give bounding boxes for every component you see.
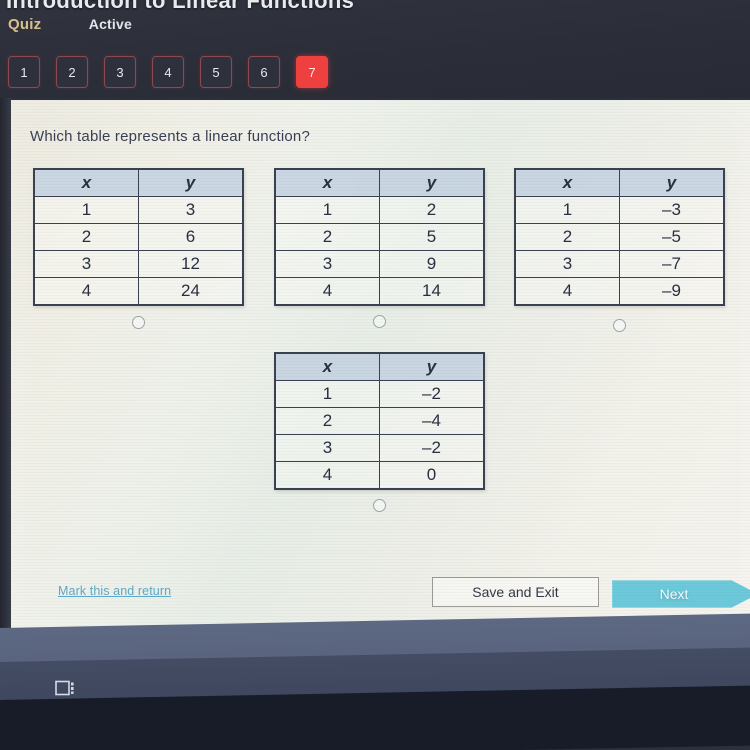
table-cell: 1 [274, 196, 380, 224]
table-cell: 24 [138, 277, 244, 306]
choice-table-c: x y 1 –3 2 –5 3 –7 4 –9 [514, 168, 725, 306]
table-cell: 4 [274, 461, 380, 490]
radio-wrap-c [514, 319, 725, 332]
table-row: 26 [33, 223, 244, 251]
table-cell: –4 [379, 407, 485, 435]
table-cell: 1 [274, 380, 380, 408]
table-row: 1 –3 [514, 196, 725, 224]
table-header-row: xy [514, 168, 725, 197]
column-header-x: x [33, 168, 139, 197]
table-cell: 3 [33, 250, 139, 278]
table-cell: 4 [33, 277, 139, 306]
answer-choice-b[interactable]: x y 1 2 2 5 3 9 4 14 [274, 168, 485, 328]
table-cell: 3 [138, 196, 244, 224]
table-cell: –5 [619, 223, 725, 251]
answer-choice-a[interactable]: x y 1 3 2 6 3 12 4 24 [33, 168, 244, 329]
table-cell: 2 [33, 223, 139, 251]
table-cell: 1 [33, 196, 139, 224]
table-cell: 3 [274, 250, 380, 278]
table-header-row: xy [33, 168, 244, 197]
column-header-x: x [274, 352, 380, 381]
radio-wrap-b [274, 315, 485, 328]
quiz-label: Quiz [8, 16, 42, 33]
table-row: 40 [274, 461, 485, 490]
pager-button-7[interactable]: 7 [296, 56, 328, 88]
radio-wrap-a [33, 316, 244, 329]
table-cell: –2 [379, 434, 485, 462]
table-cell: 5 [379, 223, 485, 251]
quiz-status-label: Active [88, 16, 132, 32]
table-row: 4 24 [33, 277, 244, 306]
answer-choice-d[interactable]: x y 1 –2 2 –4 3 –2 4 0 [274, 352, 485, 512]
quiz-content-card: Which table represents a linear function… [11, 100, 750, 632]
table-cell: 3 [274, 434, 380, 462]
radio-button-c[interactable] [613, 319, 626, 332]
column-header-y: y [138, 168, 244, 197]
pager-button-2[interactable]: 2 [56, 56, 88, 88]
column-header-y: y [619, 168, 725, 197]
pager-button-3[interactable]: 3 [104, 56, 136, 88]
table-cell: 2 [274, 407, 380, 435]
table-header-row: xy [274, 352, 485, 381]
column-header-y: y [379, 168, 485, 197]
column-header-x: x [274, 168, 380, 197]
answer-choice-c[interactable]: x y 1 –3 2 –5 3 –7 4 –9 [514, 168, 725, 332]
table-cell: –2 [379, 380, 485, 408]
screen-bezel-left [0, 98, 11, 638]
table-cell: 12 [138, 250, 244, 278]
question-prompt: Which table represents a linear function… [30, 128, 311, 145]
pager-button-5[interactable]: 5 [200, 56, 232, 88]
table-cell: 9 [379, 250, 485, 278]
choice-table-a: x y 1 3 2 6 3 12 4 24 [33, 168, 244, 306]
table-row: 4 14 [274, 277, 485, 306]
save-and-exit-button[interactable]: Save and Exit [432, 577, 599, 607]
mark-this-and-return-link[interactable]: Mark this and return [58, 584, 171, 598]
table-row: 3 12 [33, 250, 244, 278]
radio-button-b[interactable] [373, 315, 386, 328]
quiz-meta-row: Quiz Active [8, 16, 132, 38]
radio-button-a[interactable] [132, 316, 145, 329]
table-cell: 3 [514, 250, 620, 278]
table-cell: –3 [619, 196, 725, 224]
pager-button-1[interactable]: 1 [8, 56, 40, 88]
pager-button-6[interactable]: 6 [248, 56, 280, 88]
table-row: 12 [274, 196, 485, 224]
screen-photo: Introduction to Linear Functions Quiz Ac… [0, 0, 750, 750]
table-row: 25 [274, 223, 485, 251]
column-header-x: x [514, 168, 620, 197]
task-view-icon[interactable] [55, 679, 77, 697]
table-cell: 2 [274, 223, 380, 251]
table-row: 1 –2 [274, 380, 485, 408]
radio-button-d[interactable] [373, 499, 386, 512]
question-pager: 1234567 [8, 56, 328, 88]
table-cell: 2 [514, 223, 620, 251]
table-cell: 14 [379, 277, 485, 306]
radio-wrap-d [274, 499, 485, 512]
column-header-y: y [379, 352, 485, 381]
table-row: 39 [274, 250, 485, 278]
table-cell: 4 [514, 277, 620, 306]
table-cell: –9 [619, 277, 725, 306]
table-cell: 6 [138, 223, 244, 251]
table-row: 3 –7 [514, 250, 725, 278]
table-cell: –7 [619, 250, 725, 278]
next-button[interactable]: Next [612, 580, 750, 608]
table-row: 2 –5 [514, 223, 725, 251]
table-cell: 1 [514, 196, 620, 224]
choice-table-b: x y 1 2 2 5 3 9 4 14 [274, 168, 485, 306]
table-header-row: xy [274, 168, 485, 197]
choice-table-d: x y 1 –2 2 –4 3 –2 4 0 [274, 352, 485, 490]
lesson-title: Introduction to Linear Functions [6, 0, 355, 13]
app-header: Introduction to Linear Functions Quiz Ac… [0, 0, 750, 98]
table-row: 13 [33, 196, 244, 224]
table-cell: 4 [274, 277, 380, 306]
table-row: 3 –2 [274, 434, 485, 462]
table-cell: 0 [379, 461, 485, 490]
table-cell: 2 [379, 196, 485, 224]
pager-button-4[interactable]: 4 [152, 56, 184, 88]
table-row: 4 –9 [514, 277, 725, 306]
table-row: 2 –4 [274, 407, 485, 435]
